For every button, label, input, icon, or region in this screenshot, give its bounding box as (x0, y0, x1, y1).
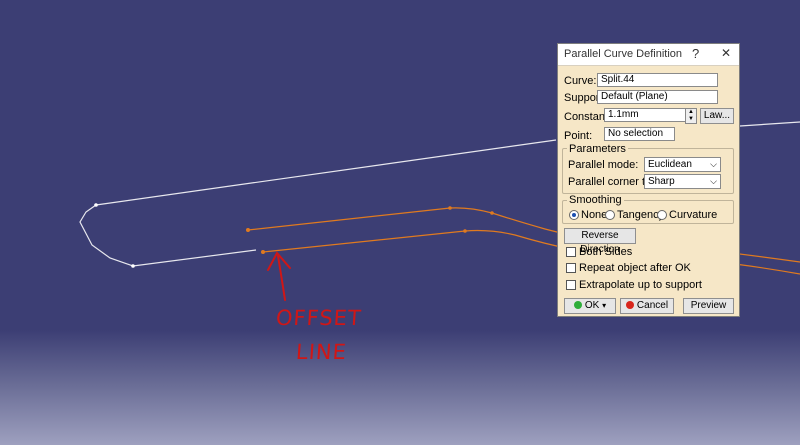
offset-endpoint[interactable] (246, 228, 250, 232)
extrapolate-label: Extrapolate up to support (579, 279, 702, 291)
repeat-checkbox[interactable] (566, 263, 576, 273)
corner-type-value: Sharp (648, 176, 675, 187)
parallel-mode-select[interactable]: Euclidean ⌵ (644, 157, 721, 172)
preview-button[interactable]: Preview (683, 298, 734, 314)
smoothing-none-radio[interactable] (569, 210, 579, 220)
smoothing-none-label: None (581, 209, 608, 221)
ok-label: OK (584, 300, 600, 311)
both-sides-checkbox[interactable] (566, 247, 576, 257)
smoothing-curvature-label: Curvature (669, 209, 718, 221)
corner-type-select[interactable]: Sharp ⌵ (644, 174, 721, 189)
cancel-icon (625, 301, 634, 309)
curve-label: Curve: (564, 75, 597, 87)
parallel-curve-dialog: Parallel Curve Definition ? ✕ Curve: Spl… (557, 43, 740, 317)
curve-field[interactable]: Split.44 (597, 73, 718, 87)
curve-vertex[interactable] (94, 203, 98, 207)
reverse-direction-button[interactable]: Reverse Direction (564, 228, 636, 255)
parameters-title: Parameters (567, 143, 628, 155)
support-field[interactable]: Default (Plane) (597, 90, 718, 104)
smoothing-curvature-radio[interactable] (657, 210, 667, 220)
chevron-down-icon: ⌵ (710, 176, 717, 186)
curve-vertex[interactable] (131, 264, 135, 268)
original-curve[interactable] (79, 139, 557, 267)
constant-spinner[interactable]: ▲ ▼ (685, 108, 697, 124)
cancel-label: Cancel (636, 300, 669, 311)
both-sides-label: Both Sides (579, 246, 633, 258)
dialog-title: Parallel Curve Definition (564, 48, 682, 60)
offset-vertex[interactable] (463, 229, 467, 233)
point-field[interactable]: No selection (604, 127, 675, 141)
chevron-down-icon: ▾ (602, 301, 607, 310)
point-label: Point: (564, 130, 593, 142)
cancel-button[interactable]: Cancel (620, 298, 674, 314)
close-icon[interactable]: ✕ (721, 46, 731, 60)
repeat-label: Repeat object after OK (579, 262, 691, 274)
dialog-titlebar[interactable]: Parallel Curve Definition ? ✕ (558, 44, 739, 66)
ok-icon (573, 301, 582, 309)
constant-field[interactable]: 1.1mm (604, 108, 687, 122)
smoothing-title: Smoothing (567, 194, 624, 206)
offset-vertex[interactable] (448, 206, 452, 210)
smoothing-tangency-radio[interactable] (605, 210, 615, 220)
original-curve-right[interactable] (739, 121, 800, 127)
law-button[interactable]: Law... (700, 108, 734, 124)
parallel-mode-value: Euclidean (648, 159, 692, 170)
offset-vertex[interactable] (490, 211, 494, 215)
annotation-text-offset: OFFSET (275, 306, 363, 330)
help-icon[interactable]: ? (692, 46, 699, 61)
parallel-mode-label: Parallel mode: (568, 159, 639, 171)
offset-endpoint[interactable] (261, 250, 265, 254)
chevron-down-icon: ⌵ (710, 159, 717, 169)
annotation-text-line: LINE (295, 340, 348, 364)
ok-button[interactable]: OK ▾ (564, 298, 616, 314)
extrapolate-checkbox[interactable] (566, 280, 576, 290)
annotation-arrow (267, 251, 291, 301)
